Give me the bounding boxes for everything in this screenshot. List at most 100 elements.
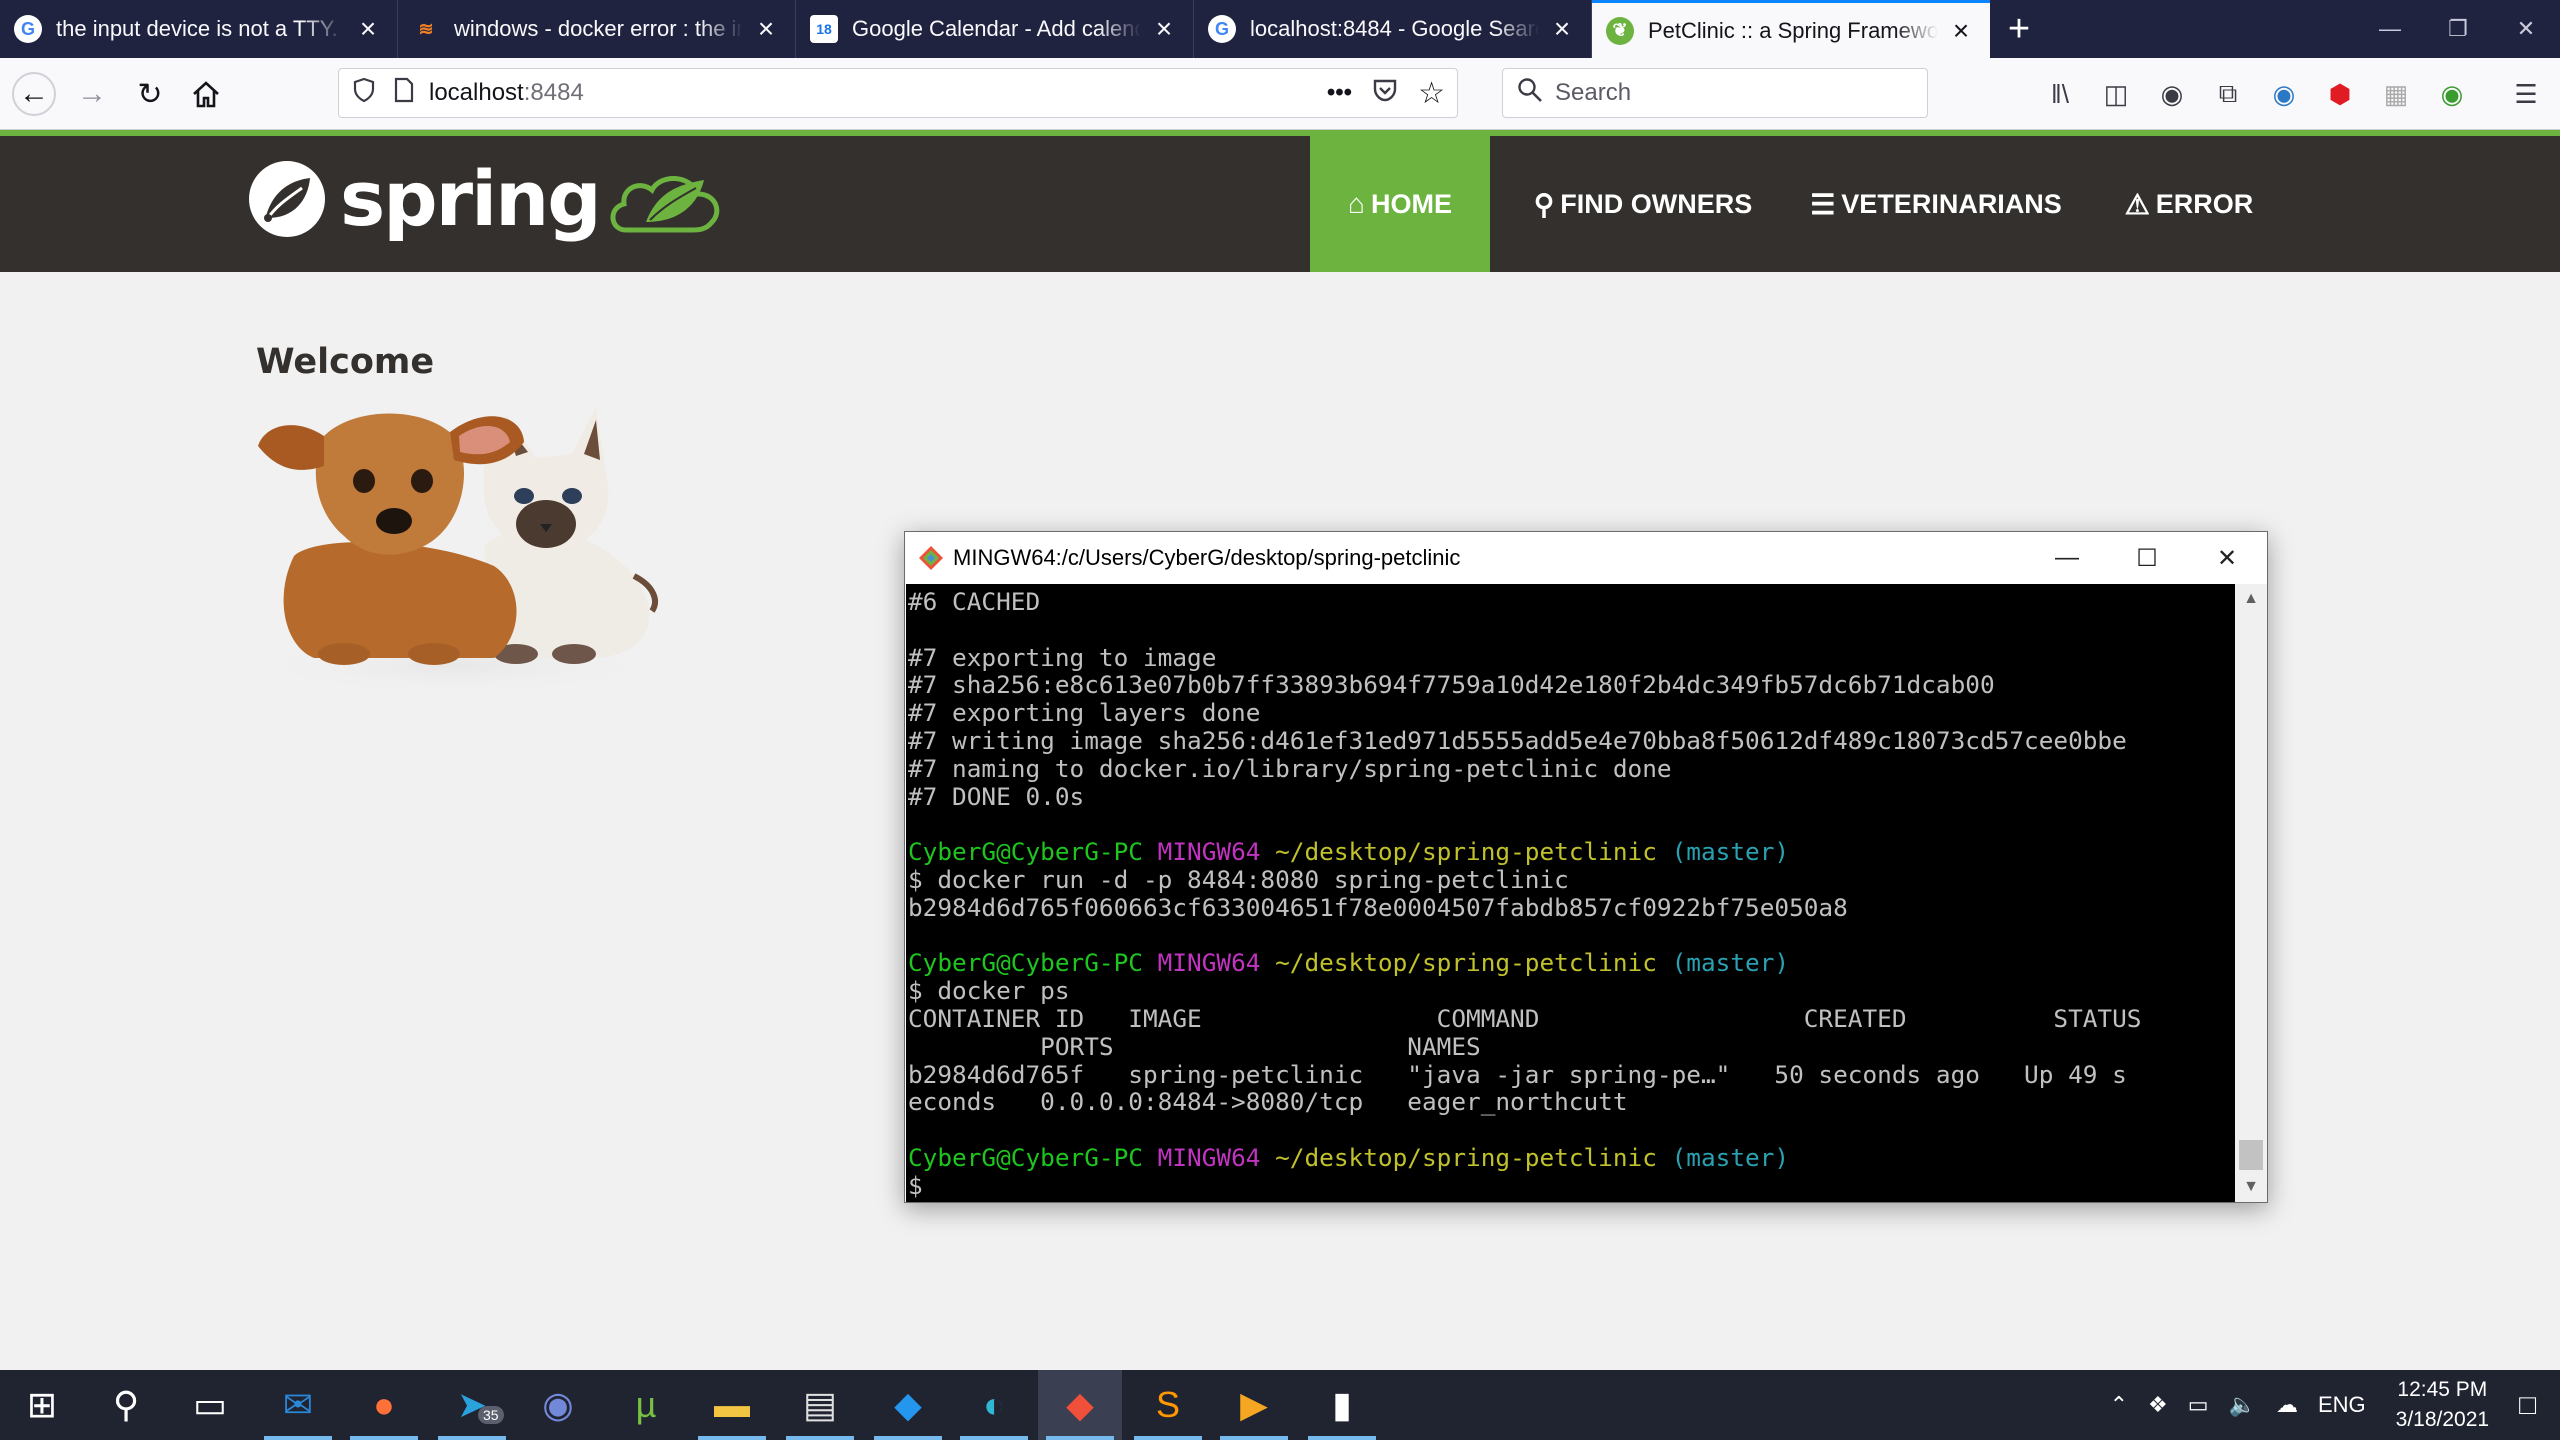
running-indicator (698, 1436, 766, 1440)
terminal-output[interactable]: #6 CACHED #7 exporting to image #7 sha256:… (906, 584, 2235, 1202)
prompt-user: CyberG@CyberG-PC (908, 837, 1143, 867)
language-indicator[interactable]: ENG (2318, 1392, 2366, 1418)
account-icon[interactable]: ◉ (2152, 74, 2192, 114)
tab-0[interactable]: Gthe input device is not a TTY. If × (0, 0, 398, 58)
address-bar[interactable]: localhost:8484 ••• ☆ (338, 68, 1458, 118)
search-icon: ⚲ (1533, 188, 1555, 220)
library-icon[interactable]: ‖\ (2040, 74, 2080, 114)
clock[interactable]: 12:45 PM 3/18/2021 (2396, 1375, 2489, 1435)
ublock-icon[interactable]: ⬢ (2320, 74, 2360, 114)
terminal-close-icon[interactable]: ✕ (2187, 532, 2267, 584)
spring-logo[interactable]: spring (246, 154, 724, 243)
menu-find-owners[interactable]: ⚲ FIND OWNERS (1508, 136, 1778, 272)
cloud-icon[interactable]: ☁ (2276, 1392, 2298, 1418)
back-arrow-icon[interactable]: ← (12, 72, 56, 116)
terminal-minimize-icon[interactable]: — (2027, 532, 2107, 584)
close-tab-icon[interactable]: × (1149, 15, 1179, 43)
task-view-icon[interactable]: ▭ (168, 1370, 252, 1440)
terminal-maximize-icon[interactable]: ☐ (2107, 532, 2187, 584)
page-info-icon[interactable] (393, 77, 415, 110)
terminal-line: $ docker run -d -p 8484:8080 spring-petc… (908, 864, 1569, 894)
git-bash-icon (919, 546, 943, 570)
firefox-icon-glyph: ● (373, 1384, 395, 1425)
navigation-toolbar: ← → ↻ localhost:8484 ••• ☆ Search ‖\ ◫ ◉… (0, 58, 2560, 130)
notifications-icon[interactable]: □ (2519, 1389, 2536, 1421)
scroll-down-icon[interactable]: ▼ (2235, 1172, 2267, 1202)
sidebar-icon[interactable]: ◫ (2096, 74, 2136, 114)
terminal-scrollbar[interactable]: ▲ ▼ (2235, 584, 2267, 1202)
screenshot-icon[interactable]: ⧉ (2208, 74, 2248, 114)
prompt-path: ~/desktop/spring-petclinic (1275, 1142, 1657, 1172)
dropbox-icon[interactable]: ❖ (2148, 1392, 2168, 1418)
terminal-window[interactable]: MINGW64:/c/Users/CyberG/desktop/spring-p… (904, 531, 2268, 1203)
terminal-line: #6 CACHED (908, 587, 1041, 616)
tab-2[interactable]: 18 Google Calendar - Add calendar × (796, 0, 1194, 58)
search-icon-glyph: ⚲ (112, 1384, 140, 1425)
page-actions-icon[interactable]: ••• (1327, 79, 1352, 107)
stackoverflow-icon: ≋ (418, 18, 434, 39)
media-editor-icon[interactable]: ▤ (778, 1370, 862, 1440)
close-tab-icon[interactable]: × (751, 15, 781, 43)
volume-icon[interactable]: 🔈 (2229, 1392, 2256, 1418)
tab-4[interactable]: ❦ PetClinic :: a Spring Framework × (1592, 0, 1990, 58)
firefox-icon[interactable]: ● (342, 1370, 426, 1440)
tab-1[interactable]: ≋ windows - docker error : the input × (398, 0, 796, 58)
list-icon: ☰ (1810, 188, 1836, 220)
close-tab-icon[interactable]: × (1547, 15, 1577, 43)
home-icon[interactable] (184, 72, 228, 116)
reload-icon[interactable]: ↻ (128, 72, 172, 116)
mail-icon[interactable]: ✉ (256, 1370, 340, 1440)
prompt-branch: (master) (1671, 948, 1790, 978)
url-host: localhost (429, 79, 524, 106)
forward-arrow-icon[interactable]: → (70, 72, 114, 116)
search-icon[interactable]: ⚲ (84, 1370, 168, 1440)
restore-icon[interactable]: ❐ (2424, 0, 2492, 58)
eye-extension-icon[interactable]: ◉ (2264, 74, 2304, 114)
scroll-up-icon[interactable]: ▲ (2235, 584, 2267, 614)
calendar-icon: 18 (810, 15, 838, 43)
pocket-icon[interactable] (1372, 77, 1398, 110)
file-explorer-icon-glyph: ▬ (714, 1384, 750, 1425)
close-tab-icon[interactable]: × (353, 15, 383, 43)
utorrent-icon-glyph: µ (635, 1384, 657, 1425)
tracking-shield-icon[interactable] (353, 77, 375, 110)
close-window-icon[interactable]: ✕ (2492, 0, 2560, 58)
docker-icon-glyph: ◆ (894, 1384, 922, 1425)
translate-extension-icon[interactable]: ▦ (2376, 74, 2416, 114)
file-explorer-icon[interactable]: ▬ (690, 1370, 774, 1440)
prompt-path: ~/desktop/spring-petclinic (1275, 837, 1657, 867)
utorrent-icon[interactable]: µ (604, 1370, 688, 1440)
bookmark-star-icon[interactable]: ☆ (1418, 76, 1445, 111)
scroll-thumb[interactable] (2239, 1140, 2263, 1170)
hamburger-menu-icon[interactable]: ☰ (2506, 74, 2546, 114)
prompt-branch: (master) (1671, 1142, 1790, 1172)
terminal-line: #7 sha256:e8c613e07b0b7ff33893b694f7759a… (908, 670, 1995, 700)
google-icon: G (14, 15, 42, 43)
minimize-icon[interactable]: — (2356, 0, 2424, 58)
menu-home[interactable]: ⌂ HOME (1310, 136, 1490, 272)
windows-start-icon[interactable]: ⊞ (0, 1370, 84, 1440)
globe-extension-icon[interactable]: ◉ (2432, 74, 2472, 114)
sublime-text-icon[interactable]: S (1126, 1370, 1210, 1440)
url-port: :8484 (523, 79, 584, 106)
tab-3[interactable]: Glocalhost:8484 - Google Search × (1194, 0, 1592, 58)
tray-chevron-icon[interactable]: ⌃ (2110, 1392, 2128, 1418)
terminal-icon-glyph: ▮ (1332, 1384, 1352, 1425)
search-box[interactable]: Search (1502, 68, 1928, 118)
new-tab-button[interactable]: + (1990, 0, 2048, 58)
menu-veterinarians[interactable]: ☰ VETERINARIANS (1796, 136, 2076, 272)
close-tab-icon[interactable]: × (1946, 16, 1976, 45)
telegram-badge: 35 (478, 1406, 504, 1424)
network-icon[interactable]: ▭ (2188, 1392, 2209, 1418)
search-placeholder: Search (1555, 79, 1632, 106)
video-player-icon[interactable]: ▶ (1212, 1370, 1296, 1440)
discord-icon[interactable]: ◉ (516, 1370, 600, 1440)
menu-error[interactable]: ⚠ ERROR (2094, 136, 2284, 272)
running-indicator (960, 1436, 1028, 1440)
docker-icon[interactable]: ◆ (866, 1370, 950, 1440)
telegram-icon[interactable]: ➤ 35 (430, 1370, 514, 1440)
terminal-titlebar[interactable]: MINGW64:/c/Users/CyberG/desktop/spring-p… (905, 532, 2267, 584)
edge-icon[interactable]: ◐ (952, 1370, 1036, 1440)
terminal-icon[interactable]: ▮ (1300, 1370, 1384, 1440)
git-icon[interactable]: ◆ (1038, 1370, 1122, 1440)
